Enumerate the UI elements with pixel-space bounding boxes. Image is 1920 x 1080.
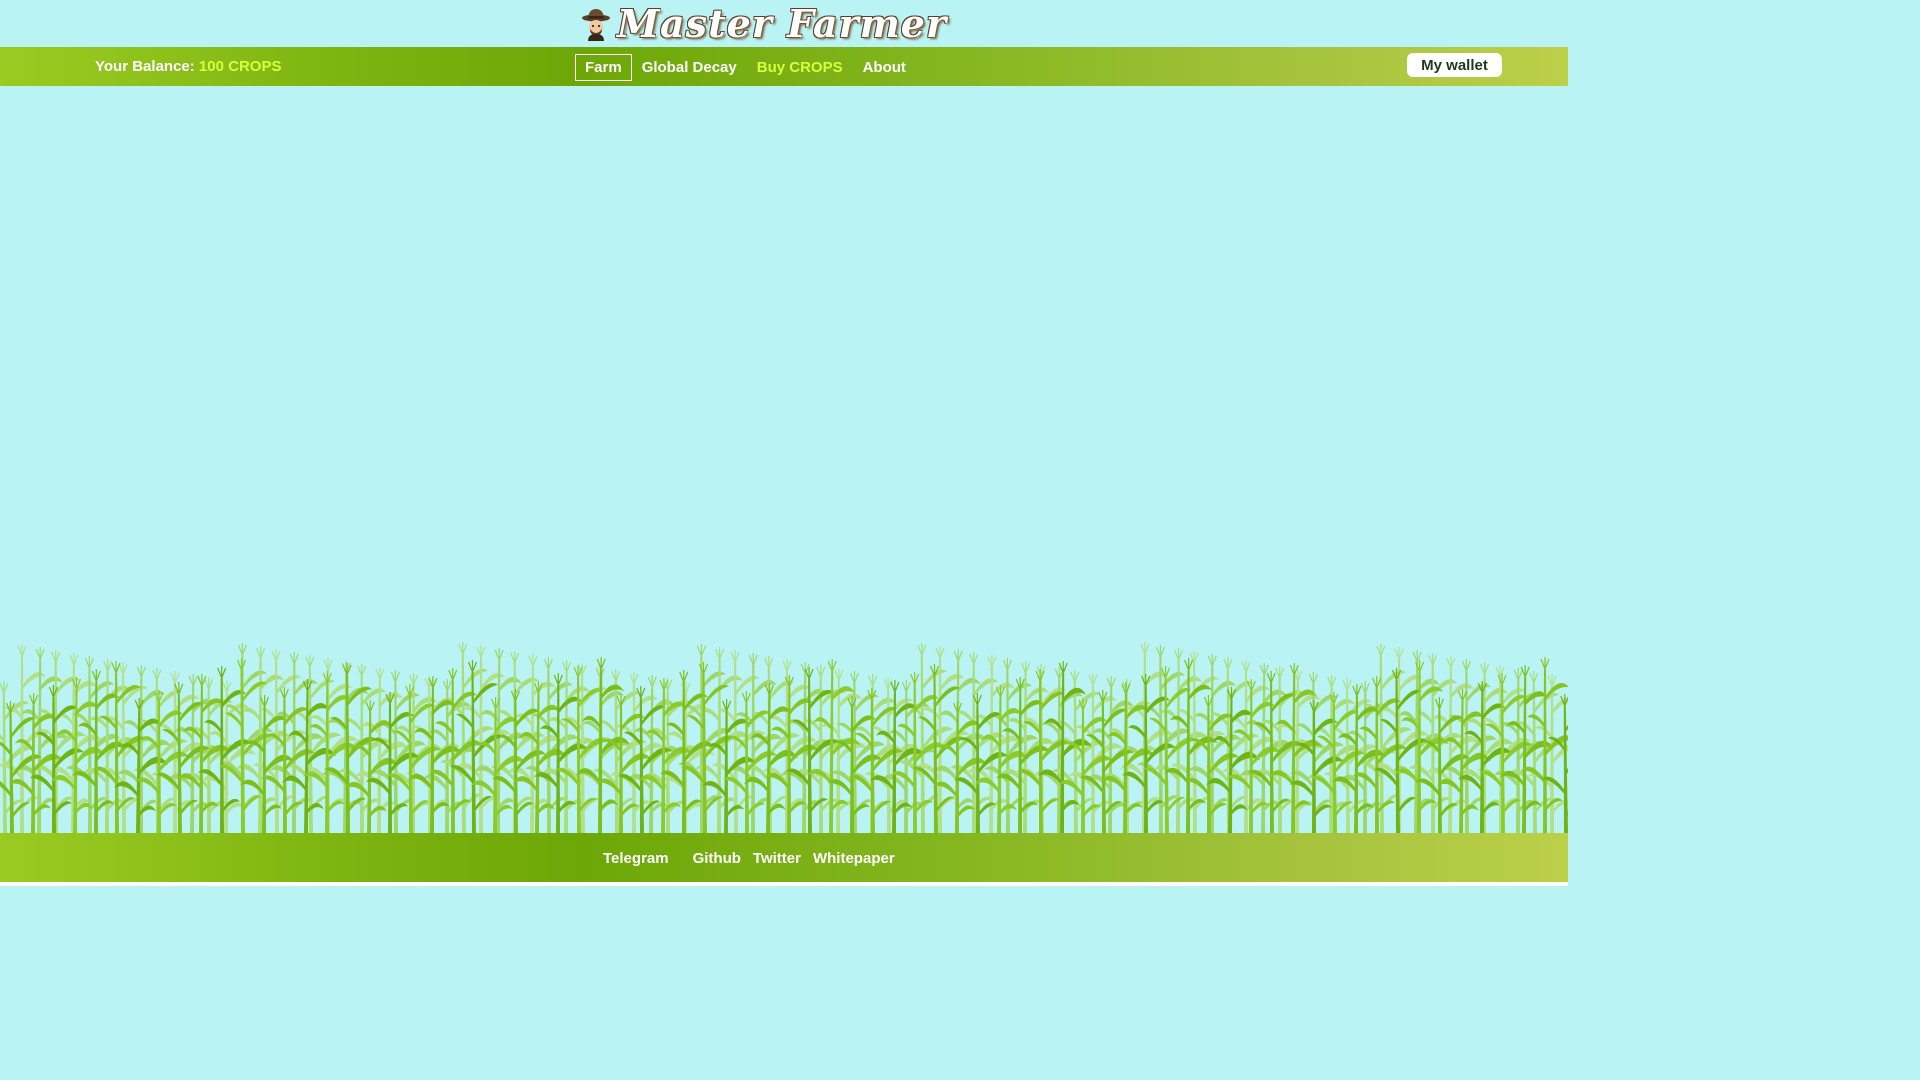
bottom-strip [0,882,1568,886]
nav-link-about[interactable]: About [853,54,916,81]
navbar: Your Balance: 100 CROPS Farm Global Deca… [0,47,1568,86]
balance-display: Your Balance: 100 CROPS [95,58,281,75]
my-wallet-button[interactable]: My wallet [1407,53,1502,77]
logo-text: Master Farmer [616,1,947,46]
corn-field-illustration [0,642,1568,833]
balance-label: Your Balance: [95,58,195,75]
footer-link-github[interactable]: Github [693,850,741,867]
main-nav: Farm Global Decay Buy CROPS About [575,54,916,81]
farmer-icon [581,8,610,41]
footer-link-telegram[interactable]: Telegram [603,850,669,867]
footer-link-twitter[interactable]: Twitter [753,850,801,867]
site-header: Master Farmer [0,0,1568,47]
footer-link-whitepaper[interactable]: Whitepaper [813,850,895,867]
logo[interactable]: Master Farmer [581,1,947,46]
footer-links: Telegram Github Twitter Whitepaper [603,850,895,867]
nav-link-farm[interactable]: Farm [575,54,632,81]
nav-link-buy-crops[interactable]: Buy CROPS [747,54,853,81]
site-footer: Telegram Github Twitter Whitepaper [0,833,1568,882]
nav-link-global-decay[interactable]: Global Decay [632,54,747,81]
balance-amount: 100 CROPS [198,58,282,75]
